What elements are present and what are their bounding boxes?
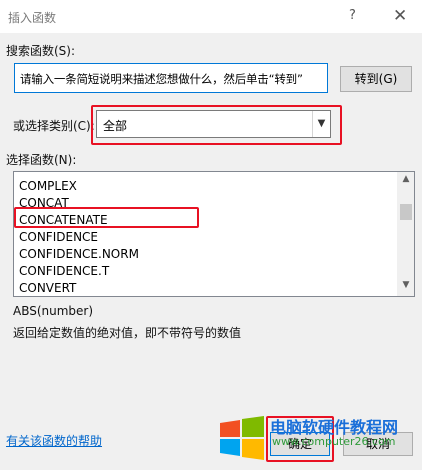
- windows-logo-icon: [220, 416, 264, 460]
- function-signature: ABS(number): [13, 304, 94, 318]
- vertical-scrollbar[interactable]: ▲ ▼: [397, 172, 414, 296]
- function-listbox[interactable]: COMPLEX CONCAT CONCATENATE CONFIDENCE CO…: [13, 171, 415, 297]
- category-label: 或选择类别(C):: [13, 119, 95, 133]
- search-label: 搜索函数(S):: [6, 44, 76, 58]
- function-help-link[interactable]: 有关该函数的帮助: [6, 432, 102, 449]
- window-title: 插入函数: [8, 11, 57, 25]
- list-item-confidence-norm[interactable]: CONFIDENCE.NORM: [14, 246, 399, 263]
- list-item-confidence-t[interactable]: CONFIDENCE.T: [14, 263, 399, 280]
- search-input-text: 请输入一条简短说明来描述您想做什么，然后单击“转到”: [20, 72, 303, 86]
- highlight-box-category: [91, 105, 342, 145]
- scrollbar-thumb[interactable]: [400, 204, 412, 220]
- search-input[interactable]: 请输入一条简短说明来描述您想做什么，然后单击“转到”: [14, 63, 328, 93]
- function-list-label: 选择函数(N):: [6, 153, 77, 167]
- list-item-complex[interactable]: COMPLEX: [14, 178, 399, 195]
- help-button[interactable]: ?: [349, 8, 356, 23]
- list-item-convert[interactable]: CONVERT: [14, 280, 399, 296]
- function-description: 返回给定数值的绝对值，即不带符号的数值: [13, 326, 242, 340]
- highlight-box-concatenate: [14, 207, 199, 228]
- scroll-down-icon[interactable]: ▼: [398, 280, 414, 294]
- list-item-confidence[interactable]: CONFIDENCE: [14, 229, 399, 246]
- watermark-url: www.computer26.com: [272, 435, 396, 448]
- title-bar: 插入函数 ? ✕: [0, 0, 422, 33]
- close-button[interactable]: ✕: [393, 6, 407, 26]
- scroll-up-icon[interactable]: ▲: [398, 174, 414, 188]
- go-button[interactable]: 转到(G): [340, 66, 412, 92]
